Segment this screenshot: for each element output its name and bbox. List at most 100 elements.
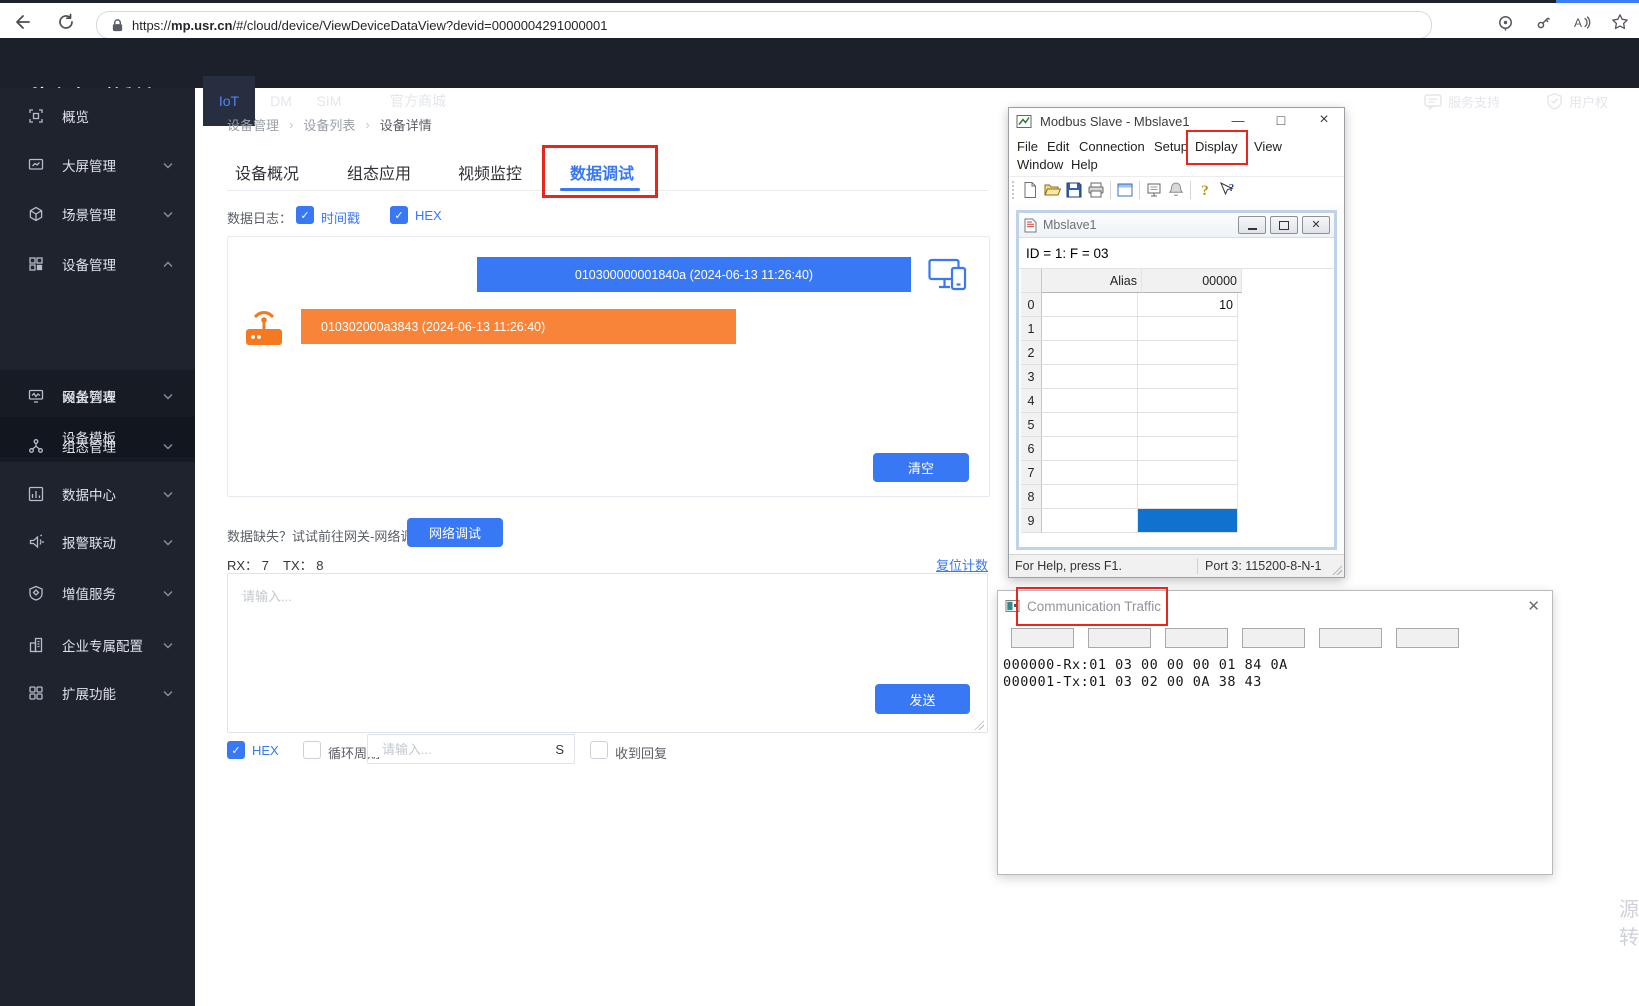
reset-counter-link[interactable]: 复位计数 [936, 555, 988, 574]
window-resize-grip[interactable] [1332, 565, 1342, 575]
menu-display[interactable]: Display [1195, 139, 1238, 154]
refresh-icon[interactable] [56, 12, 76, 32]
register-row[interactable]: 7 [1021, 461, 1233, 485]
sidebar-item-extend[interactable]: 扩展功能 [0, 669, 195, 717]
child-close-icon[interactable]: ✕ [1302, 216, 1330, 234]
alias-cell[interactable] [1042, 485, 1138, 509]
alias-cell[interactable] [1042, 365, 1138, 389]
clear-button[interactable]: 清空 [873, 453, 969, 482]
nav-user[interactable]: 用户权 [1546, 76, 1608, 126]
sidebar-item-gateway[interactable]: 网关管理 [0, 372, 195, 420]
sidebar-item-scada[interactable]: 组态管理 [0, 422, 195, 470]
value-cell[interactable] [1138, 485, 1238, 509]
send-button[interactable]: 发送 [875, 684, 970, 714]
help-icon[interactable]: ? [1195, 181, 1215, 199]
traffic-button[interactable] [1396, 628, 1459, 648]
alarm-bell-icon[interactable] [1166, 181, 1186, 199]
register-row[interactable]: 4 [1021, 389, 1233, 413]
traffic-close-icon[interactable]: ✕ [1527, 597, 1540, 615]
url-bar[interactable]: https://mp.usr.cn/#/cloud/device/ViewDev… [96, 11, 1432, 39]
sidebar-item-datacenter[interactable]: 数据中心 [0, 470, 195, 518]
register-row[interactable]: 0 10 [1021, 293, 1233, 317]
traffic-button[interactable] [1011, 628, 1074, 648]
register-row[interactable]: 2 [1021, 341, 1233, 365]
value-cell[interactable]: 10 [1138, 293, 1238, 317]
alias-cell[interactable] [1042, 389, 1138, 413]
tab-data-debug[interactable]: 数据调试 [570, 160, 634, 184]
register-row[interactable]: 1 [1021, 317, 1233, 341]
tab-device-overview[interactable]: 设备概况 [235, 160, 299, 184]
print-icon[interactable] [1086, 181, 1106, 199]
register-row[interactable]: 9 [1021, 509, 1233, 533]
sidebar-item-enterprise[interactable]: 企业专属配置 [0, 621, 195, 669]
location-icon[interactable] [1495, 12, 1515, 32]
menu-view[interactable]: View [1254, 139, 1282, 154]
new-file-icon[interactable] [1020, 181, 1040, 199]
alias-cell[interactable] [1042, 437, 1138, 461]
alias-cell[interactable] [1042, 293, 1138, 317]
menu-window[interactable]: Window [1017, 157, 1063, 172]
menu-setup[interactable]: Setup [1154, 139, 1188, 154]
maximize-icon[interactable]: □ [1266, 108, 1296, 132]
textarea-resize-grip[interactable] [974, 720, 984, 730]
register-row[interactable]: 8 [1021, 485, 1233, 509]
minimize-icon[interactable]: — [1223, 108, 1253, 132]
context-help-icon[interactable]: ? [1217, 181, 1237, 199]
open-file-icon[interactable] [1042, 181, 1062, 199]
sidebar-item-device[interactable]: 设备管理 [0, 240, 195, 288]
menu-file[interactable]: File [1017, 139, 1038, 154]
hex-send-checkbox[interactable] [227, 741, 245, 759]
read-aloud-icon[interactable]: A [1571, 12, 1591, 32]
register-row[interactable]: 5 [1021, 413, 1233, 437]
traffic-button[interactable] [1088, 628, 1151, 648]
nav-support[interactable]: 服务支持 [1424, 76, 1500, 126]
tab-scada-app[interactable]: 组态应用 [347, 160, 411, 184]
value-cell[interactable] [1138, 341, 1238, 365]
value-cell[interactable] [1138, 317, 1238, 341]
alias-cell[interactable] [1042, 341, 1138, 365]
send-data-input[interactable] [227, 573, 988, 733]
value-cell[interactable] [1138, 413, 1238, 437]
traffic-button[interactable] [1242, 628, 1305, 648]
menu-help[interactable]: Help [1071, 157, 1098, 172]
reply-checkbox[interactable] [590, 741, 608, 759]
value-cell[interactable] [1138, 437, 1238, 461]
favorite-star-icon[interactable] [1610, 12, 1630, 32]
password-key-icon[interactable] [1533, 12, 1553, 32]
floating-widget-char[interactable]: 转 [1619, 921, 1639, 950]
display-definition-icon[interactable] [1115, 181, 1135, 199]
value-cell[interactable] [1138, 365, 1238, 389]
child-minimize-icon[interactable] [1238, 216, 1266, 234]
value-cell[interactable] [1138, 509, 1238, 533]
network-debug-button[interactable]: 网络调试 [407, 518, 503, 547]
sidebar-item-alarm[interactable]: 报警联动 [0, 518, 195, 566]
traffic-button[interactable] [1165, 628, 1228, 648]
traffic-button[interactable] [1319, 628, 1382, 648]
alias-cell[interactable] [1042, 461, 1138, 485]
register-row[interactable]: 3 [1021, 365, 1233, 389]
sidebar-item-bigscreen[interactable]: 大屏管理 [0, 141, 195, 189]
menu-connection[interactable]: Connection [1079, 139, 1145, 154]
save-icon[interactable] [1064, 181, 1084, 199]
alias-cell[interactable] [1042, 317, 1138, 341]
cycle-checkbox[interactable] [303, 741, 321, 759]
cycle-interval-input[interactable] [368, 742, 555, 757]
value-cell[interactable] [1138, 461, 1238, 485]
alias-cell[interactable] [1042, 413, 1138, 437]
breadcrumb-item[interactable]: 设备列表 [303, 115, 355, 134]
register-row[interactable]: 6 [1021, 437, 1233, 461]
child-restore-icon[interactable] [1270, 216, 1298, 234]
address-column-header[interactable]: 00000 [1142, 269, 1242, 293]
sidebar-item-valueadd[interactable]: 增值服务 [0, 569, 195, 617]
close-icon[interactable]: × [1309, 108, 1339, 132]
sidebar-item-scene[interactable]: 场景管理 [0, 190, 195, 238]
menu-edit[interactable]: Edit [1047, 139, 1069, 154]
hex-log-checkbox[interactable] [390, 206, 408, 224]
alias-column-header[interactable]: Alias [1042, 269, 1142, 293]
timestamp-checkbox[interactable] [296, 206, 314, 224]
back-icon[interactable] [12, 12, 32, 32]
alias-cell[interactable] [1042, 509, 1138, 533]
sidebar-item-overview[interactable]: 概览 [0, 92, 195, 140]
child-title-bar[interactable]: Mbslave1 ✕ [1019, 213, 1334, 238]
traffic-title-bar[interactable]: Communication Traffic [998, 591, 1552, 621]
